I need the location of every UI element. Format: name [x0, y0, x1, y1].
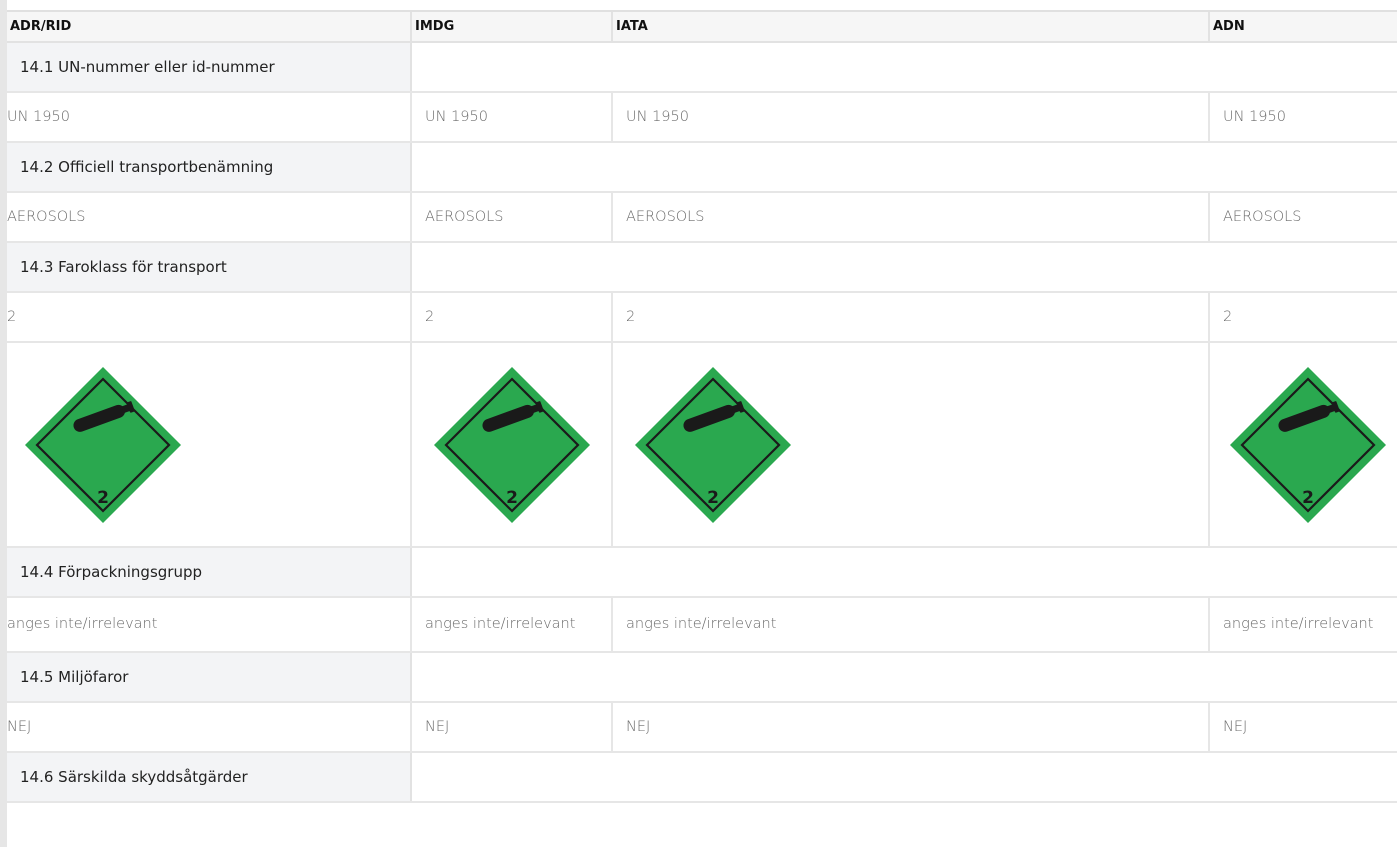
value-cell-adn: UN 1950 — [1209, 92, 1397, 143]
value-cell-adr-rid: anges inte/irrelevant — [7, 597, 412, 653]
gas-cylinder-placard-icon: 2 — [434, 366, 590, 523]
section-spacer — [411, 142, 1397, 193]
svg-text:2: 2 — [97, 488, 109, 508]
column-header-adr-rid: ADR/RID — [7, 12, 412, 43]
header-row: ADR/RID IMDG IATA ADN — [7, 12, 1397, 43]
section-title: 14.6 Särskilda skyddsåtgärder — [7, 752, 412, 803]
gas-cylinder-placard-icon: 2 — [635, 366, 791, 523]
value-cell-iata: anges inte/irrelevant — [612, 597, 1210, 653]
value-cell-adr-rid: 2 — [7, 292, 412, 343]
section-spacer — [411, 42, 1397, 93]
value-cell-iata: UN 1950 — [612, 92, 1210, 143]
section-row: 14.4 Förpackningsgrupp — [7, 547, 1397, 598]
section-row: 14.3 Faroklass för transport — [7, 242, 1397, 293]
column-header-adn: ADN — [1209, 12, 1397, 43]
section-spacer — [411, 652, 1397, 703]
placard-cell-adn: 2 — [1209, 342, 1397, 548]
value-cell-iata: NEJ — [612, 702, 1210, 753]
section-row: 14.1 UN-nummer eller id-nummer — [7, 42, 1397, 93]
value-cell-adn: 2 — [1209, 292, 1397, 343]
value-row: anges inte/irrelevant anges inte/irrelev… — [7, 597, 1397, 653]
value-cell-imdg: 2 — [411, 292, 613, 343]
value-cell-imdg: AEROSOLS — [411, 192, 613, 243]
value-cell-adr-rid: UN 1950 — [7, 92, 412, 143]
section-spacer — [411, 752, 1397, 803]
gas-cylinder-placard-icon: 2 — [1230, 366, 1386, 523]
left-rail — [0, 0, 7, 847]
transport-info-table-container: ADR/RID IMDG IATA ADN 14.1 UN-nummer ell… — [7, 0, 1397, 847]
placard-cell-iata: 2 — [612, 342, 1210, 548]
column-header-iata: IATA — [612, 12, 1210, 43]
svg-text:2: 2 — [707, 488, 719, 508]
section-title: 14.4 Förpackningsgrupp — [7, 547, 412, 598]
section-title: 14.2 Officiell transportbenämning — [7, 142, 412, 193]
value-cell-iata: AEROSOLS — [612, 192, 1210, 243]
transport-info-table: ADR/RID IMDG IATA ADN 14.1 UN-nummer ell… — [7, 12, 1397, 803]
section-title: 14.3 Faroklass för transport — [7, 242, 412, 293]
svg-text:2: 2 — [1302, 488, 1314, 508]
top-divider — [7, 0, 1397, 12]
section-row: 14.6 Särskilda skyddsåtgärder — [7, 752, 1397, 803]
svg-text:2: 2 — [506, 488, 518, 508]
value-cell-adr-rid: NEJ — [7, 702, 412, 753]
placard-cell-adr-rid: 2 — [7, 342, 412, 548]
section-title: 14.1 UN-nummer eller id-nummer — [7, 42, 412, 93]
value-row: 2 2 2 2 — [7, 292, 1397, 343]
value-cell-iata: 2 — [612, 292, 1210, 343]
value-cell-adn: NEJ — [1209, 702, 1397, 753]
value-row: UN 1950 UN 1950 UN 1950 UN 1950 — [7, 92, 1397, 143]
section-spacer — [411, 242, 1397, 293]
section-title: 14.5 Miljöfaror — [7, 652, 412, 703]
placard-row: 2 2 2 2 — [7, 342, 1397, 548]
section-spacer — [411, 547, 1397, 598]
value-cell-imdg: NEJ — [411, 702, 613, 753]
value-row: AEROSOLS AEROSOLS AEROSOLS AEROSOLS — [7, 192, 1397, 243]
value-cell-adr-rid: AEROSOLS — [7, 192, 412, 243]
value-cell-imdg: anges inte/irrelevant — [411, 597, 613, 653]
value-cell-adn: anges inte/irrelevant — [1209, 597, 1397, 653]
value-cell-adn: AEROSOLS — [1209, 192, 1397, 243]
section-row: 14.2 Officiell transportbenämning — [7, 142, 1397, 193]
value-cell-imdg: UN 1950 — [411, 92, 613, 143]
value-row: NEJ NEJ NEJ NEJ — [7, 702, 1397, 753]
section-row: 14.5 Miljöfaror — [7, 652, 1397, 703]
column-header-imdg: IMDG — [411, 12, 613, 43]
placard-cell-imdg: 2 — [411, 342, 613, 548]
gas-cylinder-placard-icon: 2 — [25, 366, 181, 523]
